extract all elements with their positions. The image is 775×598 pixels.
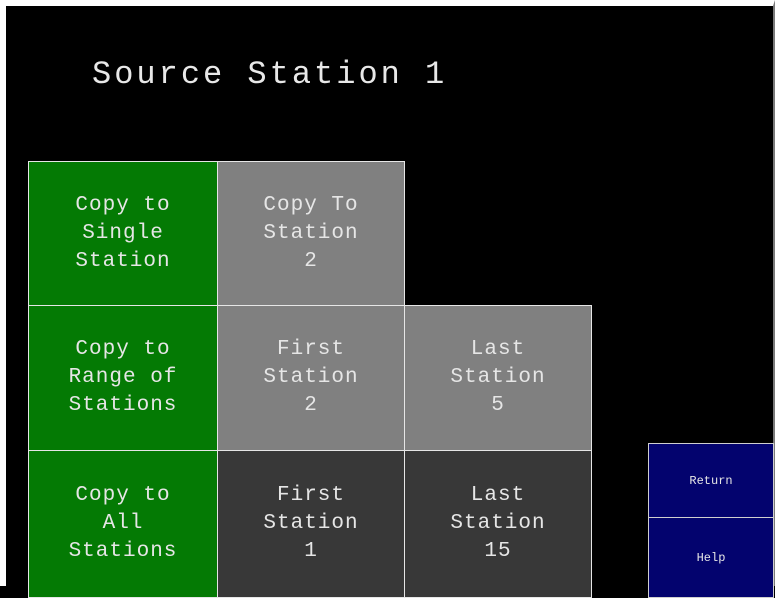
button-label-line: Range of xyxy=(68,366,178,389)
all-last-station-display: Last Station 15 xyxy=(404,450,592,598)
field-label-line: First xyxy=(276,338,345,361)
range-last-station-field[interactable]: Last Station 5 xyxy=(404,305,592,451)
field-value: 1 xyxy=(304,540,318,563)
field-label-line: Station xyxy=(450,512,546,535)
all-first-station-display: First Station 1 xyxy=(217,450,405,598)
button-label-line: Copy to xyxy=(75,484,171,507)
field-label-line: Station xyxy=(263,366,359,389)
hmi-screen: Source Station 1 Copy to Single Station … xyxy=(0,0,775,598)
button-label-line: Copy to xyxy=(75,338,171,361)
field-label-line: Station xyxy=(263,512,359,535)
button-label-line: Single xyxy=(82,221,164,245)
copy-to-all-stations-button[interactable]: Copy to All Stations xyxy=(28,450,218,598)
copy-to-range-of-stations-button[interactable]: Copy to Range of Stations xyxy=(28,305,218,451)
copy-to-single-station-button[interactable]: Copy to Single Station xyxy=(28,161,218,306)
field-label-line: Station xyxy=(450,366,546,389)
button-label-line: All xyxy=(102,512,144,535)
field-value: 15 xyxy=(484,540,512,563)
copy-to-station-field[interactable]: Copy To Station 2 xyxy=(217,161,405,306)
button-label-line: Stations xyxy=(68,540,178,563)
field-label-line: Last xyxy=(470,338,526,361)
button-label-line: Station xyxy=(75,249,171,273)
field-label-line: First xyxy=(276,484,345,507)
field-value: 5 xyxy=(491,394,505,417)
page-title: Source Station 1 xyxy=(92,56,448,93)
button-label-line: Stations xyxy=(68,394,178,417)
return-button[interactable]: Return xyxy=(648,443,774,518)
field-value: 2 xyxy=(304,249,318,273)
field-label-line: Last xyxy=(470,484,526,507)
field-value: 2 xyxy=(304,394,318,417)
field-label-line: Station xyxy=(263,221,359,245)
field-label-line: Copy To xyxy=(263,193,359,217)
range-first-station-field[interactable]: First Station 2 xyxy=(217,305,405,451)
button-label-line: Copy to xyxy=(75,193,171,217)
